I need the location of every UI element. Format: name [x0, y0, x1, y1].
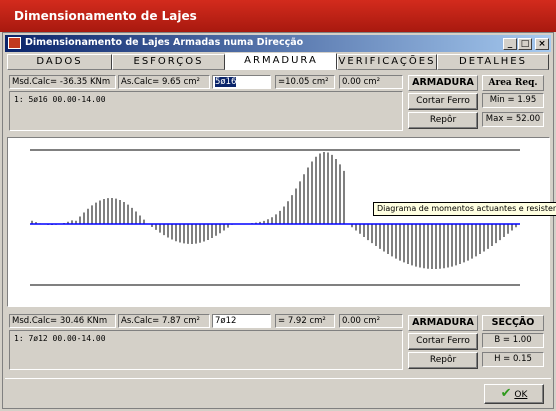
msd-calc-bottom: Msd.Calc= 30.46 KNm	[9, 314, 116, 328]
tab-esforcos[interactable]: ESFORÇOS	[112, 54, 225, 70]
as-extra-bottom: 0.00 cm²	[339, 314, 403, 328]
ok-label: OK	[514, 390, 528, 400]
app-title: Dimensionamento de Lajes	[0, 0, 556, 32]
repor-button-top[interactable]: Repôr	[408, 112, 478, 129]
tab-armadura[interactable]: ARMADURA	[225, 53, 337, 70]
as-calc-top: As.Calc= 9.65 cm²	[118, 75, 210, 89]
close-button[interactable]: ×	[535, 38, 549, 50]
reinforcement-list-top[interactable]: 1: 5ø16 00.00-14.00	[9, 91, 403, 131]
window-titlebar: Dimensionamento de Lajes Armadas numa Di…	[5, 35, 551, 52]
as-calc-bottom: As.Calc= 7.87 cm²	[118, 314, 210, 328]
moment-diagram-svg	[30, 149, 520, 286]
reinforcement-list-bottom[interactable]: 1: 7ø12 00.00-14.00	[9, 330, 403, 370]
maximize-button[interactable]: □	[518, 38, 532, 50]
moment-diagram: Diagrama de momentos actuantes e resiste…	[7, 137, 556, 307]
h-value: H = 0.15	[482, 352, 544, 367]
cortar-ferro-button-bottom[interactable]: Cortar Ferro	[408, 333, 478, 350]
tab-verificacoes[interactable]: VERIFICAÇÕES	[337, 54, 437, 70]
tab-detalhes[interactable]: DETALHES	[437, 54, 549, 70]
diagram-tooltip: Diagrama de momentos actuantes e resiste…	[373, 202, 556, 216]
ok-button[interactable]: ✔ OK	[484, 384, 544, 404]
tab-bar: DADOS ESFORÇOS ARMADURA VERIFICAÇÕES DET…	[7, 53, 549, 70]
app-icon	[8, 37, 21, 49]
armadura-header-top: ARMADURA	[408, 75, 478, 91]
bars-input-bottom[interactable]: 7ø12	[212, 314, 271, 328]
check-icon: ✔	[500, 386, 512, 401]
window-title: Dimensionamento de Lajes Armadas numa Di…	[25, 37, 304, 48]
minimize-button[interactable]: _	[503, 38, 517, 50]
as-extra-top: 0.00 cm²	[339, 75, 403, 89]
repor-button-bottom[interactable]: Repôr	[408, 352, 478, 369]
b-value: B = 1.00	[482, 333, 544, 348]
tab-dados[interactable]: DADOS	[7, 54, 112, 70]
seccao-header: SECÇÃO	[482, 315, 544, 331]
max-value: Max = 52.00	[482, 112, 544, 127]
bars-input-top[interactable]: 5ø16	[212, 75, 271, 89]
msd-calc-top: Msd.Calc= -36.35 KNm	[9, 75, 116, 89]
armadura-header-bottom: ARMADURA	[408, 315, 478, 331]
separator	[5, 378, 551, 379]
cortar-ferro-button-top[interactable]: Cortar Ferro	[408, 93, 478, 110]
area-req-header: Area Req.	[482, 75, 544, 91]
dialog-window: Dimensionamento de Lajes Armadas numa Di…	[2, 32, 556, 409]
as-result-bottom: = 7.92 cm²	[275, 314, 335, 328]
min-value: Min = 1.95	[482, 93, 544, 108]
as-result-top: =10.05 cm²	[275, 75, 335, 89]
